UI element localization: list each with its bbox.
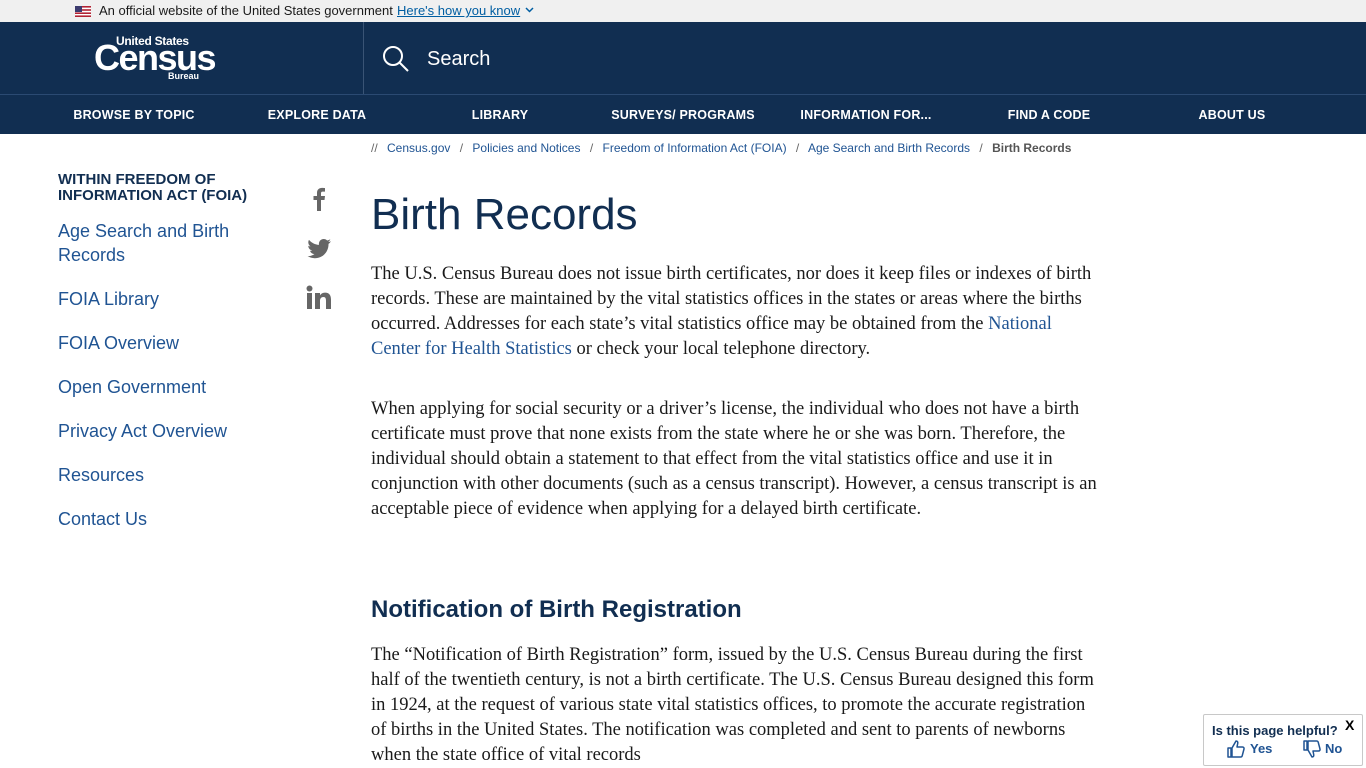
- facebook-icon[interactable]: [304, 184, 334, 214]
- page-title: Birth Records: [371, 190, 638, 239]
- thumbs-down-icon[interactable]: [1302, 739, 1322, 759]
- search-input[interactable]: Search: [427, 48, 490, 71]
- twitter-icon[interactable]: [304, 233, 334, 263]
- social-security-paragraph: When applying for social security or a d…: [371, 399, 1097, 519]
- us-flag-icon: [75, 6, 91, 17]
- thumbs-up-icon[interactable]: [1226, 739, 1246, 759]
- intro-text-2: or check your local telephone directory.: [571, 339, 871, 359]
- linkedin-icon[interactable]: [304, 283, 334, 313]
- search-icon[interactable]: [381, 44, 411, 74]
- nav-library[interactable]: LIBRARY: [472, 108, 529, 122]
- notification-heading: Notification of Birth Registration: [371, 596, 742, 623]
- sidebar-item-open-government[interactable]: Open Government: [58, 375, 206, 399]
- sidebar-item-contact-us[interactable]: Contact Us: [58, 507, 147, 531]
- nav-browse-by-topic[interactable]: BROWSE BY TOPIC: [73, 108, 194, 122]
- page-helpful-widget: Is this page helpful? X Yes No: [1203, 714, 1363, 766]
- breadcrumb-current: Birth Records: [992, 141, 1072, 155]
- main-nav: BROWSE BY TOPIC EXPLORE DATA LIBRARY SUR…: [0, 94, 1366, 134]
- helpful-yes-button[interactable]: Yes: [1250, 741, 1272, 756]
- notification-paragraph: The “Notification of Birth Registration”…: [371, 645, 1094, 765]
- nav-explore-data[interactable]: EXPLORE DATA: [268, 108, 366, 122]
- breadcrumb-policies[interactable]: Policies and Notices: [472, 141, 580, 155]
- breadcrumb-foia[interactable]: Freedom of Information Act (FOIA): [603, 141, 787, 155]
- official-website-text: An official website of the United States…: [99, 3, 393, 18]
- census-logo[interactable]: United States Census Bureau: [94, 34, 217, 82]
- chevron-down-icon[interactable]: [525, 7, 534, 13]
- helpful-question: Is this page helpful?: [1212, 723, 1338, 738]
- close-icon[interactable]: X: [1345, 717, 1354, 733]
- search-bar[interactable]: Search: [381, 44, 781, 74]
- breadcrumb-census-gov[interactable]: Census.gov: [387, 141, 450, 155]
- nav-surveys-programs[interactable]: SURVEYS/ PROGRAMS: [611, 108, 754, 122]
- header-divider: [363, 22, 364, 94]
- logo-text-bottom: Bureau: [168, 71, 200, 81]
- sidebar-item-privacy-act[interactable]: Privacy Act Overview: [58, 419, 227, 443]
- sidebar-item-foia-library[interactable]: FOIA Library: [58, 287, 159, 311]
- nav-information-for[interactable]: INFORMATION FOR...: [800, 108, 931, 122]
- breadcrumb: // Census.gov / Policies and Notices / F…: [371, 141, 1072, 155]
- site-header: United States Census Bureau Search: [0, 22, 1366, 94]
- nav-find-a-code[interactable]: FIND A CODE: [1008, 108, 1091, 122]
- sidebar-item-foia-overview[interactable]: FOIA Overview: [58, 331, 179, 355]
- helpful-no-button[interactable]: No: [1325, 741, 1342, 756]
- nav-about-us[interactable]: ABOUT US: [1199, 108, 1266, 122]
- sidebar-heading: WITHIN FREEDOM OF INFORMATION ACT (FOIA): [58, 171, 248, 204]
- intro-text-1: The U.S. Census Bureau does not issue bi…: [371, 264, 1092, 334]
- sidebar-item-age-search[interactable]: Age Search and Birth Records: [58, 219, 258, 267]
- breadcrumb-age-search[interactable]: Age Search and Birth Records: [808, 141, 970, 155]
- heres-how-you-know-link[interactable]: Here's how you know: [397, 3, 520, 18]
- sidebar-item-resources[interactable]: Resources: [58, 463, 144, 487]
- intro-paragraph: The U.S. Census Bureau does not issue bi…: [371, 262, 1101, 362]
- gov-banner: An official website of the United States…: [0, 0, 1366, 22]
